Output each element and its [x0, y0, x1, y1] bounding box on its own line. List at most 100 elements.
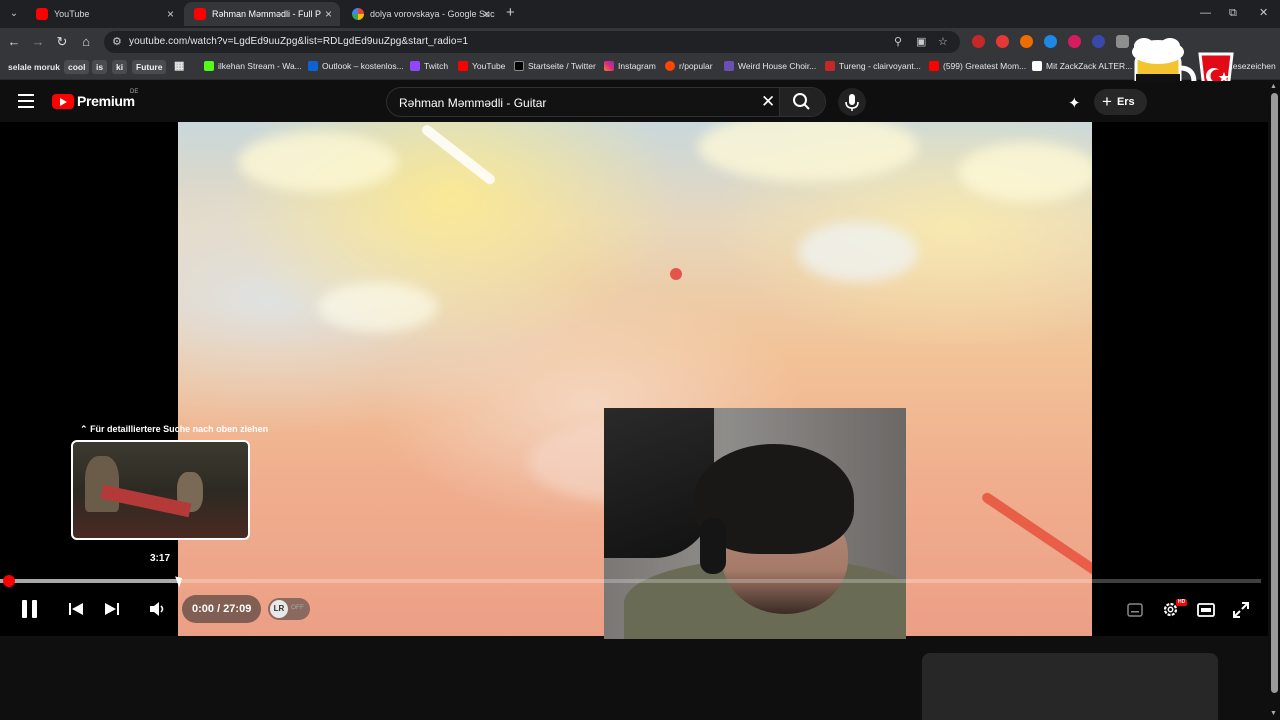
extension-icon[interactable] — [1092, 35, 1105, 48]
youtube-favicon-icon — [36, 8, 48, 20]
bookmark-weird-house-choir[interactable]: Weird House Choir... — [724, 61, 816, 71]
scrubber-handle[interactable] — [3, 575, 15, 587]
chevron-up-icon: ⌃ — [80, 424, 88, 434]
cloud-shape — [238, 132, 398, 192]
site-info-icon[interactable]: ⚙ — [112, 35, 122, 48]
google-favicon-icon — [352, 8, 364, 20]
extension-icon[interactable] — [1044, 35, 1057, 48]
progress-bar[interactable] — [0, 579, 1261, 583]
close-tab-icon[interactable]: × — [483, 7, 490, 21]
reddit-icon — [665, 61, 675, 71]
bookmark-folder[interactable]: selale moruk — [8, 62, 60, 72]
page-scrollbar[interactable] — [1269, 81, 1280, 720]
minimize-icon[interactable]: — — [1200, 6, 1211, 20]
install-app-icon[interactable]: ▣ — [916, 35, 926, 48]
back-icon[interactable]: ← — [6, 34, 22, 50]
tab-youtube[interactable]: YouTube × — [26, 2, 182, 26]
video-player[interactable]: ⌃ Für detailliertere Suche nach oben zie… — [0, 122, 1268, 639]
create-button[interactable]: + Ers — [1094, 89, 1147, 115]
bookmark-folder[interactable]: Future — [132, 60, 167, 74]
previous-icon[interactable] — [68, 602, 84, 616]
pause-icon[interactable] — [22, 600, 38, 618]
search-box[interactable]: Rəhman Məmmədli - Guitar ✕ — [386, 87, 826, 117]
bookmark-reddit[interactable]: r/popular — [665, 61, 713, 71]
home-icon[interactable]: ⌂ — [78, 34, 94, 50]
bookmark-folder[interactable]: ki — [112, 60, 128, 74]
bookmark-twitter[interactable]: Startseite / Twitter — [514, 61, 596, 71]
subtitles-icon[interactable] — [1127, 603, 1143, 617]
url-text: youtube.com/watch?v=LgdEd9uuZpg&list=RDL… — [129, 36, 469, 47]
bookmark-label: (599) Greatest Mom... — [943, 61, 1027, 71]
bookmark-greatest-moments[interactable]: (599) Greatest Mom... — [929, 61, 1026, 71]
loading-card-placeholder — [922, 653, 1218, 720]
reload-icon[interactable]: ↻ — [54, 34, 70, 50]
outlook-icon — [308, 61, 318, 71]
close-tab-icon[interactable]: × — [167, 7, 174, 21]
instagram-icon — [604, 61, 614, 71]
fullscreen-icon[interactable] — [1233, 602, 1249, 618]
kick-icon — [204, 61, 214, 71]
scroll-down-arrow-icon[interactable]: ▼ — [1270, 710, 1277, 717]
bookmark-twitch[interactable]: Twitch — [410, 61, 448, 71]
bookmark-youtube[interactable]: YouTube — [458, 61, 505, 71]
voice-search-button[interactable] — [838, 88, 866, 116]
search-button[interactable] — [779, 88, 825, 116]
search-input[interactable]: Rəhman Məmmədli - Guitar — [399, 96, 546, 110]
close-tab-icon[interactable]: × — [325, 7, 332, 21]
create-label: Ers — [1116, 96, 1135, 108]
tureng-icon — [825, 61, 835, 71]
bookmark-tureng[interactable]: Tureng - clairvoyant... — [825, 61, 921, 71]
bookmark-label: Outlook – kostenlos... — [322, 61, 404, 71]
youtube-favicon-icon — [194, 8, 206, 20]
bookmark-instagram[interactable]: Instagram — [604, 61, 656, 71]
bookmark-label: Twitch — [424, 61, 449, 71]
bookmark-folder[interactable]: is — [92, 60, 108, 74]
extension-icon[interactable] — [1068, 35, 1081, 48]
time-display: 0:00 / 27:09 — [182, 595, 262, 623]
scroll-up-arrow-icon[interactable]: ▲ — [1270, 83, 1277, 90]
bookmark-label: Startseite / Twitter — [528, 61, 596, 71]
waveform-icon — [724, 61, 734, 71]
bookmark-star-icon[interactable]: ☆ — [938, 35, 948, 48]
bookmark-zackzack[interactable]: Mit ZackZack ALTER... — [1032, 61, 1132, 71]
country-code: DE — [130, 89, 139, 95]
bookmark-ilkehan[interactable]: ilkehan Stream - Wa... — [204, 61, 302, 71]
restore-icon[interactable]: ⧉ — [1229, 6, 1237, 20]
scrollbar-thumb[interactable] — [1271, 93, 1278, 693]
close-window-icon[interactable]: ✕ — [1259, 6, 1268, 20]
tab-rahman-video[interactable]: Rəhman Məmmədli - Full P × — [184, 2, 340, 26]
address-bar[interactable]: ⚙ youtube.com/watch?v=LgdEd9uuZpg&list=R… — [104, 31, 960, 53]
bookmark-label: Tureng - clairvoyant... — [839, 61, 921, 71]
youtube-premium-logo[interactable]: Premium DE — [52, 89, 138, 109]
theater-mode-icon[interactable] — [1197, 603, 1215, 617]
zoom-icon[interactable]: ⚲ — [894, 35, 902, 48]
bookmark-label: Instagram — [618, 61, 656, 71]
bookmark-label: r/popular — [679, 61, 713, 71]
next-icon[interactable] — [104, 602, 120, 616]
hd-badge: HD — [1176, 599, 1188, 606]
plus-icon: + — [1102, 92, 1112, 111]
extension-icon[interactable] — [1020, 35, 1033, 48]
bookmark-folder[interactable]: cool — [64, 60, 90, 74]
youtube-play-logo-icon — [52, 93, 74, 109]
tab-search-chevron-icon[interactable]: ⌄ — [6, 6, 22, 22]
cloud-shape — [698, 122, 918, 182]
volume-icon[interactable] — [149, 601, 167, 617]
apps-grid-icon[interactable]: ▦ — [174, 59, 184, 72]
browser-toolbar: ← → ↻ ⌂ ⚙ youtube.com/watch?v=LgdEd9uuZp… — [0, 28, 1280, 56]
x-twitter-icon — [514, 61, 524, 71]
new-tab-button[interactable]: + — [506, 4, 515, 22]
close-icon[interactable]: ✕ — [761, 93, 775, 111]
forward-icon[interactable]: → — [30, 34, 46, 50]
extension-icon[interactable] — [996, 35, 1009, 48]
sparkle-icon[interactable]: ✦ — [1068, 94, 1081, 112]
extension-icon[interactable] — [972, 35, 985, 48]
zackzack-icon — [1032, 61, 1042, 71]
headphones-icon — [700, 518, 726, 574]
cloud-shape — [958, 142, 1092, 202]
ambient-mode-toggle[interactable]: LR OFF — [268, 598, 310, 620]
tab-google-search[interactable]: dolya vorovskaya - Google Suc × — [342, 2, 498, 26]
hamburger-icon[interactable] — [18, 94, 34, 108]
bookmark-outlook[interactable]: Outlook – kostenlos... — [308, 61, 404, 71]
tab-title: dolya vorovskaya - Google Suc — [370, 9, 495, 19]
